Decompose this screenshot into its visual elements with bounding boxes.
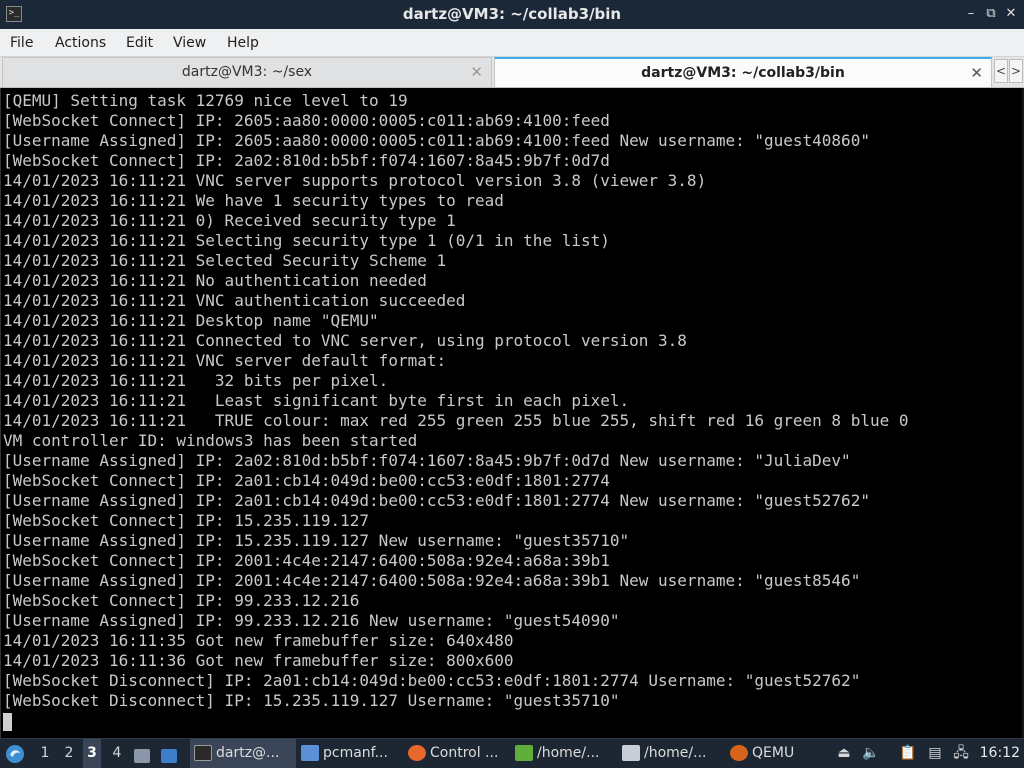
terminal-line: [WebSocket Connect] IP: 15.235.119.127 (3, 511, 370, 530)
close-icon[interactable]: ✕ (1002, 5, 1020, 23)
terminal-line: 14/01/2023 16:11:21 No authentication ne… (3, 271, 427, 290)
eject-icon[interactable]: ⏏ (835, 744, 853, 762)
minimize-icon[interactable]: – (962, 5, 980, 23)
text-cursor (3, 712, 12, 731)
terminal-line: 14/01/2023 16:11:21 32 bits per pixel. (3, 371, 389, 390)
workspace-3[interactable]: 3 (83, 739, 101, 768)
tab-label: dartz@VM3: ~/collab3/bin (641, 65, 845, 81)
terminal-line: [WebSocket Connect] IP: 2001:4c4e:2147:6… (3, 551, 610, 570)
maximize-icon[interactable]: ⧉ (982, 5, 1000, 23)
volume-icon[interactable]: 🔈 (862, 744, 880, 762)
window-title: dartz@VM3: ~/collab3/bin (402, 5, 622, 23)
terminal-output: [QEMU] Setting task 12769 nice level to … (3, 91, 1024, 731)
task-label: /home/... (537, 745, 600, 761)
menu-view[interactable]: View (171, 29, 208, 57)
window-list-icon[interactable] (161, 739, 183, 768)
network-icon[interactable]: 🖧 (952, 744, 970, 762)
terminal-line: 14/01/2023 16:11:21 Least significant by… (3, 391, 630, 410)
terminal-line: [WebSocket Disconnect] IP: 2a01:cb14:049… (3, 671, 861, 690)
display-icon[interactable]: ▤ (926, 744, 944, 762)
tab-label: dartz@VM3: ~/sex (181, 64, 313, 80)
terminal-line: [QEMU] Setting task 12769 nice level to … (3, 91, 408, 110)
terminal-line: 14/01/2023 16:11:21 Selecting security t… (3, 231, 610, 250)
clock[interactable]: 16:12 (980, 739, 1020, 768)
task-label: dartz@... (216, 745, 280, 761)
terminal-line: 14/01/2023 16:11:21 Connected to VNC ser… (3, 331, 687, 350)
tab-collab3-bin[interactable]: dartz@VM3: ~/collab3/bin ✕ (494, 57, 992, 87)
menu-file[interactable]: File (8, 29, 35, 57)
terminal-line: [Username Assigned] IP: 2605:aa80:0000:0… (3, 131, 870, 150)
terminal-line: 14/01/2023 16:11:21 VNC server supports … (3, 171, 707, 190)
terminal-line: [WebSocket Disconnect] IP: 15.235.119.12… (3, 691, 620, 710)
taskbar: 1 2 3 4 dartz@... pcmanf... Control ... … (0, 738, 1024, 768)
terminal-line: [Username Assigned] IP: 99.233.12.216 Ne… (3, 611, 620, 630)
clipboard-icon[interactable]: 📋 (899, 744, 917, 762)
task-label: QEMU (752, 745, 795, 761)
terminal-line: [WebSocket Connect] IP: 2a01:cb14:049d:b… (3, 471, 610, 490)
terminal-line: [Username Assigned] IP: 2001:4c4e:2147:6… (3, 571, 861, 590)
tab-bar: dartz@VM3: ~/sex ✕ dartz@VM3: ~/collab3/… (0, 57, 1024, 88)
workspace-1[interactable]: 1 (36, 739, 54, 768)
terminal-prompt-line[interactable] (3, 711, 1024, 731)
terminal-line: 14/01/2023 16:11:21 We have 1 security t… (3, 191, 504, 210)
terminal-line: [WebSocket Connect] IP: 2605:aa80:0000:0… (3, 111, 610, 130)
terminal-line: 14/01/2023 16:11:21 TRUE colour: max red… (3, 411, 909, 430)
tab-sex[interactable]: dartz@VM3: ~/sex ✕ (2, 57, 492, 87)
terminal-line: 14/01/2023 16:11:21 VNC authentication s… (3, 291, 466, 310)
qemu-icon (730, 745, 748, 761)
tab-scroll-right-icon[interactable]: > (1009, 59, 1023, 83)
menu-help[interactable]: Help (225, 29, 261, 57)
terminal-line: 14/01/2023 16:11:21 VNC server default f… (3, 351, 447, 370)
menu-bar: File Actions Edit View Help (0, 29, 1024, 57)
terminal-line: 14/01/2023 16:11:36 Got new framebuffer … (3, 651, 514, 670)
task-pcmanfm[interactable]: pcmanf... (297, 739, 403, 768)
tab-close-icon[interactable]: ✕ (470, 58, 483, 87)
terminal-view[interactable]: [QEMU] Setting task 12769 nice level to … (0, 88, 1024, 738)
menu-actions[interactable]: Actions (53, 29, 108, 57)
workspace-2[interactable]: 2 (60, 739, 78, 768)
task-label: pcmanf... (323, 745, 388, 761)
image-viewer-icon (622, 745, 640, 761)
terminal-line: [Username Assigned] IP: 2a01:cb14:049d:b… (3, 491, 870, 510)
task-text-editor[interactable]: /home/... (511, 739, 617, 768)
terminal-line: 14/01/2023 16:11:21 Desktop name "QEMU" (3, 311, 379, 330)
terminal-line: 14/01/2023 16:11:21 Selected Security Sc… (3, 251, 447, 270)
task-label: Control ... (430, 745, 499, 761)
terminal-line: 14/01/2023 16:11:35 Got new framebuffer … (3, 631, 514, 650)
firefox-icon (408, 745, 426, 761)
terminal-line: [Username Assigned] IP: 2a02:810d:b5bf:f… (3, 451, 851, 470)
workspace-4[interactable]: 4 (108, 739, 126, 768)
task-firefox[interactable]: Control ... (404, 739, 510, 768)
terminal-line: [WebSocket Connect] IP: 2a02:810d:b5bf:f… (3, 151, 610, 170)
task-label: /home/... (644, 745, 707, 761)
menu-edit[interactable]: Edit (124, 29, 155, 57)
task-qemu[interactable]: QEMU (726, 739, 832, 768)
folder-icon (301, 745, 319, 761)
terminal-line: VM controller ID: windows3 has been star… (3, 431, 418, 450)
terminal-icon (194, 745, 212, 761)
task-image-viewer[interactable]: /home/... (618, 739, 724, 768)
start-menu-icon[interactable] (4, 739, 28, 768)
show-desktop-icon[interactable] (134, 739, 156, 768)
task-terminal[interactable]: dartz@... (190, 739, 296, 768)
terminal-line: 14/01/2023 16:11:21 0) Received security… (3, 211, 456, 230)
tab-close-icon[interactable]: ✕ (970, 59, 983, 88)
terminal-line: [WebSocket Connect] IP: 99.233.12.216 (3, 591, 360, 610)
text-editor-icon (515, 745, 533, 761)
terminal-line: [Username Assigned] IP: 15.235.119.127 N… (3, 531, 630, 550)
tab-scroll-left-icon[interactable]: < (994, 59, 1008, 83)
window-titlebar[interactable]: >_ dartz@VM3: ~/collab3/bin – ⧉ ✕ (0, 0, 1024, 29)
